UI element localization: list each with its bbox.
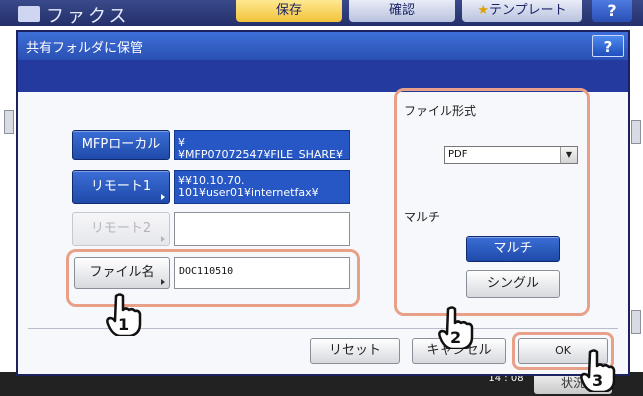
callout-number-2: 2 (450, 328, 461, 347)
ok-label: OK (555, 344, 571, 357)
single-button[interactable]: シングル (466, 270, 560, 298)
triangle-icon (161, 279, 165, 285)
callout-number-1: 1 (118, 315, 129, 334)
tab-template-label: テンプレート (489, 3, 567, 18)
file-name-button[interactable]: ファイル名 (74, 257, 170, 289)
remote2-button[interactable]: リモート2 (72, 212, 170, 246)
reset-button[interactable]: リセット (310, 338, 400, 364)
tab-confirm[interactable]: 確認 (349, 0, 455, 22)
remote2-label: リモート2 (90, 221, 152, 236)
fax-icon (18, 6, 40, 22)
dropdown-arrow-icon[interactable]: ▼ (560, 147, 577, 163)
left-edge-tab (4, 110, 14, 134)
remote1-label: リモート1 (90, 179, 152, 194)
file-name-field[interactable]: DOC110510 (174, 257, 350, 289)
right-edge-tab-lower (631, 310, 641, 334)
callout-number-3: 3 (592, 371, 603, 390)
app-title: ファクス (46, 6, 130, 27)
mfp-local-button[interactable]: MFPローカル (72, 130, 170, 160)
file-format-value: PDF (448, 149, 468, 160)
triangle-icon (161, 236, 165, 242)
pointer-hand-icon-2: 2 (438, 306, 474, 349)
right-edge-tab (631, 120, 641, 144)
multi-button[interactable]: マルチ (466, 236, 560, 262)
tab-template[interactable]: ★テンプレート (462, 0, 582, 22)
pointer-hand-icon-1: 1 (106, 293, 142, 336)
remote2-path (174, 212, 350, 246)
star-icon: ★ (477, 3, 490, 18)
tab-save[interactable]: 保存 (236, 0, 342, 22)
remote1-button[interactable]: リモート1 (72, 170, 170, 204)
file-format-label: ファイル形式 (404, 104, 477, 118)
dialog-help-button[interactable]: ? (592, 35, 624, 57)
mfp-local-path: ¥¥MFP07072547¥FILE_SHARE¥ (174, 130, 350, 161)
dialog-title: 共有フォルダに保管 (26, 41, 144, 56)
remote1-path: ¥¥10.10.70. 101¥user01¥internetfax¥ (174, 170, 350, 204)
remote1-path-line2: 101¥user01¥internetfax¥ (178, 186, 319, 199)
help-button[interactable]: ? (592, 0, 632, 22)
reset-label: リセット (328, 343, 381, 358)
mfp-local-label: MFPローカル (81, 137, 161, 152)
file-format-select[interactable]: PDF ▼ (444, 146, 578, 164)
file-name-label: ファイル名 (89, 265, 155, 280)
pointer-hand-icon-3: 3 (580, 349, 616, 392)
triangle-icon (161, 194, 165, 200)
multi-label: マルチ (404, 210, 441, 224)
